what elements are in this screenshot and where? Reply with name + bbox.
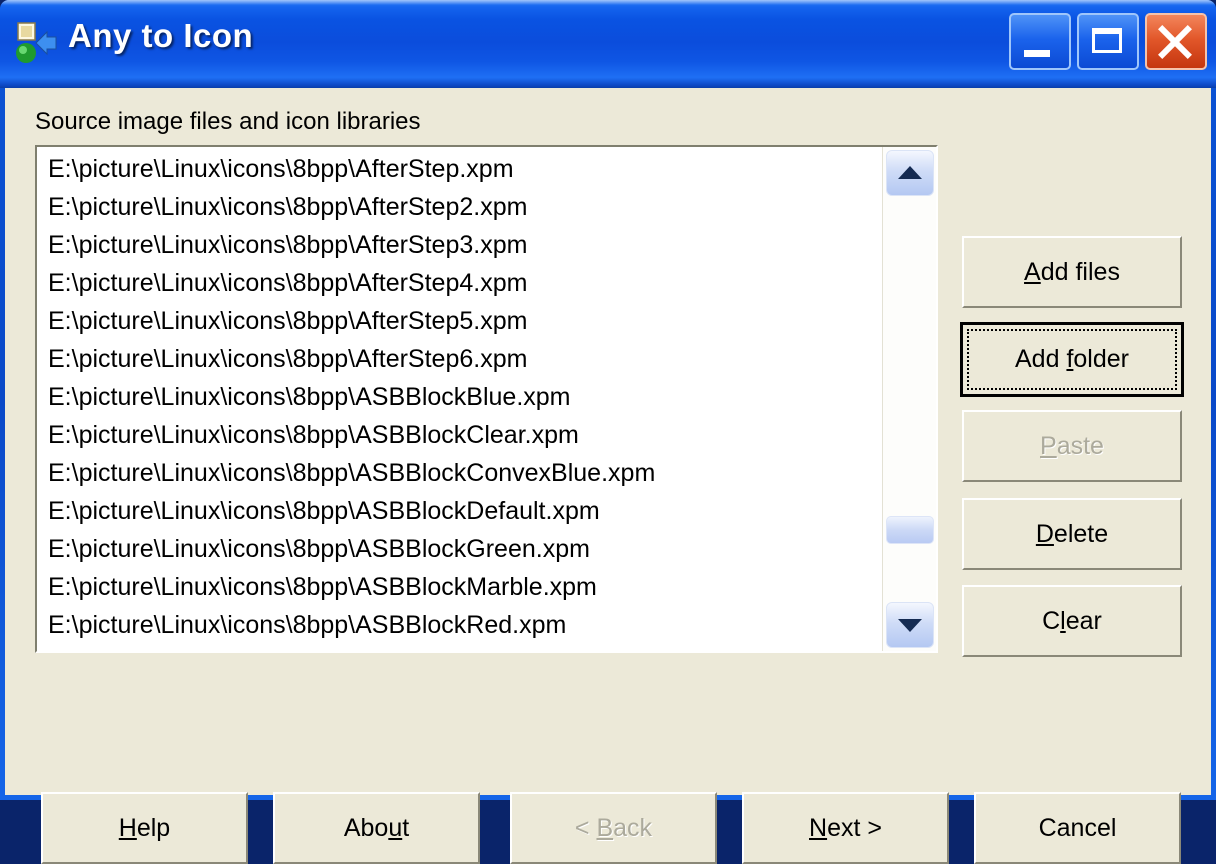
scrollbar-thumb[interactable] bbox=[886, 516, 934, 544]
list-item[interactable]: E:\picture\Linux\icons\8bpp\AfterStep3.x… bbox=[37, 226, 880, 264]
file-list: E:\picture\Linux\icons\8bpp\AfterStep.xp… bbox=[37, 150, 880, 644]
add-files-label: Add files bbox=[1024, 257, 1120, 286]
add-folder-button[interactable]: Add folder bbox=[960, 322, 1184, 397]
title-bar[interactable]: Any to Icon bbox=[0, 0, 1216, 88]
listbox-scrollbar[interactable] bbox=[882, 147, 936, 651]
scroll-up-button[interactable] bbox=[886, 150, 934, 196]
close-button[interactable] bbox=[1145, 13, 1207, 70]
next-button[interactable]: Next > bbox=[742, 792, 949, 864]
add-folder-label: Add folder bbox=[1015, 345, 1129, 373]
about-label: About bbox=[343, 813, 410, 842]
list-item[interactable]: E:\picture\Linux\icons\8bpp\AfterStep2.x… bbox=[37, 188, 880, 226]
list-item[interactable]: E:\picture\Linux\icons\8bpp\AfterStep5.x… bbox=[37, 302, 880, 340]
maximize-button[interactable] bbox=[1077, 13, 1139, 70]
back-button: < Back bbox=[510, 792, 717, 864]
cancel-label: Cancel bbox=[1038, 813, 1117, 842]
minimize-icon bbox=[1024, 50, 1050, 57]
any-to-icon-app-icon bbox=[16, 22, 57, 63]
paste-button: Paste bbox=[962, 410, 1182, 482]
scroll-down-icon bbox=[898, 619, 922, 632]
list-item[interactable]: E:\picture\Linux\icons\8bpp\ASBBlockClea… bbox=[37, 416, 880, 454]
list-item[interactable]: E:\picture\Linux\icons\8bpp\AfterStep.xp… bbox=[37, 150, 880, 188]
dialog-client-area: Source image files and icon libraries E:… bbox=[5, 88, 1211, 864]
delete-label: Delete bbox=[1035, 519, 1109, 548]
scroll-down-button[interactable] bbox=[886, 602, 934, 648]
next-label: Next > bbox=[809, 813, 882, 842]
clear-button[interactable]: Clear bbox=[962, 585, 1182, 657]
back-label: < Back bbox=[574, 813, 653, 842]
list-item[interactable]: E:\picture\Linux\icons\8bpp\ASBBlockBlue… bbox=[37, 378, 880, 416]
about-button[interactable]: About bbox=[273, 792, 480, 864]
help-button[interactable]: Help bbox=[41, 792, 248, 864]
list-item[interactable]: E:\picture\Linux\icons\8bpp\ASBBlockRed.… bbox=[37, 606, 880, 644]
minimize-button[interactable] bbox=[1009, 13, 1071, 70]
list-item[interactable]: E:\picture\Linux\icons\8bpp\ASBBlockMarb… bbox=[37, 568, 880, 606]
list-item[interactable]: E:\picture\Linux\icons\8bpp\ASBBlockGree… bbox=[37, 530, 880, 568]
paste-label: Paste bbox=[1040, 431, 1104, 460]
list-item[interactable]: E:\picture\Linux\icons\8bpp\AfterStep4.x… bbox=[37, 264, 880, 302]
section-label: Source image files and icon libraries bbox=[35, 108, 421, 135]
list-item[interactable]: E:\picture\Linux\icons\8bpp\ASBBlockConv… bbox=[37, 454, 880, 492]
list-item[interactable]: E:\picture\Linux\icons\8bpp\ASBBlockDefa… bbox=[37, 492, 880, 530]
maximize-icon bbox=[1092, 28, 1122, 53]
cancel-button[interactable]: Cancel bbox=[974, 792, 1181, 864]
window-title: Any to Icon bbox=[68, 17, 254, 54]
help-label: Help bbox=[118, 813, 171, 842]
add-files-button[interactable]: Add files bbox=[962, 236, 1182, 308]
clear-label: Clear bbox=[1042, 606, 1102, 635]
application-window: Any to Icon Source image files and icon … bbox=[0, 0, 1216, 864]
delete-button[interactable]: Delete bbox=[962, 498, 1182, 570]
source-file-listbox[interactable]: E:\picture\Linux\icons\8bpp\AfterStep.xp… bbox=[35, 145, 938, 653]
list-item[interactable]: E:\picture\Linux\icons\8bpp\AfterStep6.x… bbox=[37, 340, 880, 378]
scroll-up-icon bbox=[898, 166, 922, 179]
